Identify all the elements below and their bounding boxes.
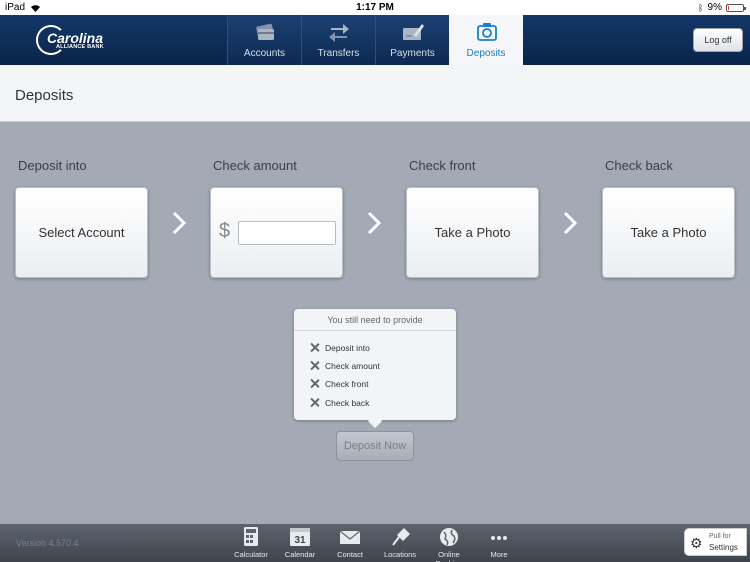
online-banking-label: Online Banking [435, 550, 462, 562]
select-account-label: Select Account [38, 225, 125, 240]
missing-item: Check amount [309, 360, 380, 371]
tab-transfers[interactable]: Transfers [301, 15, 375, 65]
locations-button[interactable]: Locations [375, 527, 425, 559]
log-off-button[interactable]: Log off [693, 28, 743, 52]
take-back-photo-button[interactable]: Take a Photo [602, 187, 735, 278]
close-x-icon [309, 342, 320, 353]
check-amount-box: $ [210, 187, 343, 278]
chevron-right-icon [367, 211, 382, 235]
globe-icon [440, 528, 458, 546]
pull-for-label: Pull for [709, 533, 731, 540]
transfer-arrows-icon [329, 24, 349, 42]
contact-button[interactable]: Contact [325, 527, 375, 559]
calculator-icon [244, 527, 258, 546]
missing-item: Deposit into [309, 342, 370, 353]
battery-icon [726, 3, 746, 12]
deposit-now-button[interactable]: Deposit Now [336, 431, 414, 461]
page-title: Deposits [15, 87, 74, 104]
chevron-right-icon [172, 211, 187, 235]
cards-icon [256, 23, 274, 40]
calendar-label: Calendar [284, 550, 316, 559]
close-x-icon [309, 397, 320, 408]
take-front-photo-button[interactable]: Take a Photo [406, 187, 539, 278]
more-dots-icon [491, 536, 507, 540]
select-account-button[interactable]: Select Account [15, 187, 148, 278]
gear-icon: ⚙ [690, 535, 703, 551]
settings-label: Settings [709, 543, 738, 552]
calendar-icon: 31 [290, 528, 310, 546]
locations-label: Locations [383, 550, 417, 559]
pull-for-settings-tab[interactable]: ⚙ Pull for Settings [684, 528, 747, 556]
step-check-amount-label: Check amount [213, 158, 297, 173]
calculator-label: Calculator [234, 550, 268, 559]
calendar-day: 31 [294, 535, 306, 546]
tab-payments[interactable]: Payments [375, 15, 449, 65]
popover-header: You still need to provide [294, 309, 456, 331]
tab-payments-label: Payments [390, 48, 435, 59]
more-button[interactable]: More [474, 527, 524, 559]
check-pen-icon [403, 24, 424, 40]
take-front-photo-label: Take a Photo [434, 225, 511, 240]
camera-icon [477, 23, 497, 41]
bottom-toolbar: Version 4.570.4 Calculator 31 Calendar C… [0, 524, 750, 562]
tab-accounts[interactable]: Accounts [227, 15, 301, 65]
tab-transfers-label: Transfers [317, 48, 360, 59]
status-time: 1:17 PM [356, 2, 394, 13]
close-x-icon [309, 360, 320, 371]
version-label: Version 4.570.4 [16, 538, 79, 548]
chevron-right-icon [563, 211, 578, 235]
calendar-button[interactable]: 31 Calendar [275, 527, 325, 559]
step-check-back-label: Check back [605, 158, 673, 173]
missing-item-label: Deposit into [325, 342, 370, 353]
missing-item-label: Check amount [325, 360, 380, 371]
close-x-icon [309, 378, 320, 389]
step-deposit-into-label: Deposit into [18, 158, 87, 173]
calculator-button[interactable]: Calculator [226, 527, 276, 559]
bank-logo: Carolina ALLIANCE BANK [36, 23, 106, 57]
check-amount-input[interactable] [238, 221, 336, 245]
online-banking-button[interactable]: Online Banking [424, 527, 474, 562]
missing-item: Check back [309, 397, 369, 408]
missing-item: Check front [309, 378, 368, 389]
tab-deposits[interactable]: Deposits [449, 15, 523, 65]
status-bar: iPad 1:17 PM ᛒ 9% [0, 0, 750, 15]
title-bar: Deposits [0, 65, 750, 122]
step-check-front-label: Check front [409, 158, 476, 173]
more-label: More [490, 550, 508, 559]
tab-accounts-label: Accounts [243, 48, 286, 59]
contact-label: Contact [337, 550, 363, 559]
missing-item-label: Check front [325, 378, 369, 389]
missing-item-label: Check back [325, 397, 370, 408]
bank-logo-tagline: ALLIANCE BANK [56, 44, 104, 50]
tab-deposits-label: Deposits [466, 48, 506, 59]
take-back-photo-label: Take a Photo [630, 225, 707, 240]
top-navigation: Carolina ALLIANCE BANK Accounts Transfer… [0, 15, 750, 65]
envelope-icon [339, 530, 361, 544]
bluetooth-icon: ᛒ [698, 2, 704, 13]
pin-icon [392, 528, 410, 546]
missing-info-popover: You still need to provide Deposit into C… [294, 309, 456, 420]
dollar-sign: $ [219, 220, 231, 242]
battery-percent: 9% [707, 2, 722, 13]
